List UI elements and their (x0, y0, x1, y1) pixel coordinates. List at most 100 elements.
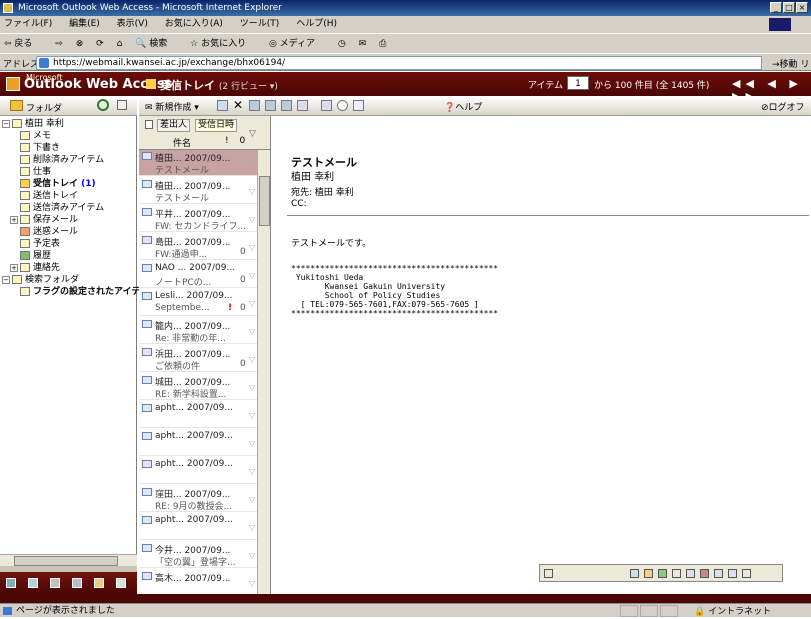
maximize-button[interactable]: □ (783, 2, 795, 13)
tree-contacts[interactable]: + 連絡先 (10, 262, 60, 274)
pane-resize-grip[interactable] (0, 566, 137, 572)
flag-icon[interactable]: ▽ (249, 271, 255, 280)
menu-file[interactable]: ファイル(F) (4, 19, 52, 29)
expand-icon[interactable]: + (10, 215, 18, 224)
ime-icon[interactable] (728, 569, 737, 578)
message-row[interactable]: apht... 2007/09... ▽ (139, 458, 257, 484)
stop-icon[interactable]: ⊗ (76, 39, 84, 49)
move-icon[interactable] (217, 100, 228, 111)
message-list-scrollbar[interactable] (257, 150, 270, 594)
flag-icon[interactable]: ▽ (249, 411, 255, 420)
reply-all-icon[interactable] (265, 100, 276, 111)
menu-edit[interactable]: 編集(E) (69, 19, 100, 29)
menu-tools[interactable]: ツール(T) (240, 19, 280, 29)
refresh-icon[interactable]: ⟳ (96, 39, 104, 49)
view-selector[interactable]: (2 行ビュー ▾) (219, 82, 278, 92)
ime-icon[interactable] (742, 569, 751, 578)
flag-icon[interactable]: ▽ (249, 495, 255, 504)
folder-horizontal-scrollbar[interactable] (0, 554, 137, 566)
tree-saved[interactable]: + 保存メール (10, 214, 78, 226)
history-icon[interactable]: ◷ (338, 39, 346, 49)
flag-icon[interactable]: ▽ (249, 467, 255, 476)
tree-inbox[interactable]: 受信トレイ (1) (20, 178, 96, 190)
flag-icon[interactable]: ▽ (249, 523, 255, 532)
close-button[interactable]: × (796, 2, 808, 13)
message-row[interactable]: Lesli... 2007/09... Septembe... ▽! 0 (139, 290, 257, 316)
tree-notes[interactable]: メモ (20, 130, 51, 142)
home-icon[interactable]: ⌂ (117, 39, 123, 49)
find-icon[interactable] (337, 100, 348, 111)
message-row[interactable]: 城田... 2007/09... RE: 新学科設置... ▽ (139, 374, 257, 400)
reply-icon[interactable] (249, 100, 260, 111)
message-row[interactable]: apht... 2007/09... ▽ (139, 514, 257, 540)
flag-icon[interactable]: ▽ (249, 355, 255, 364)
flag-icon[interactable]: ▽ (249, 159, 255, 168)
new-button[interactable]: ✉ 新規作成 ▾ (145, 100, 199, 113)
tree-drafts[interactable]: 下書き (20, 142, 60, 154)
page-number-input[interactable]: 1 (567, 76, 589, 90)
message-sender[interactable]: 植田 幸利 (291, 168, 334, 183)
view-icon[interactable] (297, 100, 308, 111)
ime-icon[interactable] (672, 569, 681, 578)
message-row[interactable]: apht... 2007/09... ▽ (139, 402, 257, 428)
address-book-icon[interactable] (353, 100, 364, 111)
message-row[interactable]: NAO ... 2007/09... ノートPCの... ▽ 0 (139, 262, 257, 288)
scroll-thumb[interactable] (259, 176, 270, 226)
flag-icon[interactable]: ▽ (249, 327, 255, 336)
flag-icon[interactable]: ▽ (249, 551, 255, 560)
tree-journal[interactable]: 履歴 (20, 250, 51, 262)
mail-nav-icon[interactable] (6, 578, 16, 588)
links-label[interactable]: リンク (800, 60, 811, 70)
ime-icon[interactable] (714, 569, 723, 578)
message-row[interactable]: 平井... 2007/09... FW: セカンドライフ... ▽ (139, 206, 257, 232)
message-row[interactable]: apht... 2007/09... ▽ (139, 430, 257, 456)
ime-icon[interactable] (630, 569, 639, 578)
delete-icon[interactable]: ✕ (233, 99, 244, 111)
menu-favorites[interactable]: お気に入り(A) (165, 19, 223, 29)
scroll-thumb[interactable] (14, 556, 118, 566)
go-button[interactable]: →移動 リンク (772, 57, 811, 70)
tree-outbox[interactable]: 送信トレイ (20, 190, 78, 202)
flag-icon[interactable]: ▽ (249, 383, 255, 392)
refresh-folders-icon[interactable] (97, 99, 109, 111)
from-column-header[interactable]: 差出人 (157, 119, 191, 132)
message-row[interactable]: 植田... 2007/09... テストメール ▽ (139, 178, 257, 204)
ime-icon[interactable] (644, 569, 653, 578)
forward-button[interactable]: ⇨ (55, 39, 63, 49)
message-row[interactable]: 高木... 2007/09... ▽ (139, 570, 257, 594)
tree-calendar[interactable]: 予定表 (20, 238, 60, 250)
media-button[interactable]: ◎ メディア (269, 39, 325, 49)
flag-icon[interactable]: ▽ (249, 579, 255, 588)
collapse-pane-icon[interactable] (117, 100, 127, 110)
flag-icon[interactable]: ▽ (249, 439, 255, 448)
minimize-button[interactable]: _ (770, 2, 782, 13)
menu-help[interactable]: ヘルプ(H) (296, 19, 337, 29)
print-icon[interactable]: ⎙ (379, 39, 386, 49)
tree-tasks[interactable]: 仕事 (20, 166, 51, 178)
message-row[interactable]: 浜田... 2007/09... ご依頼の件 ▽ 0 (139, 346, 257, 372)
tree-deleted[interactable]: 削除済みアイテム (20, 154, 104, 166)
options-icon[interactable] (116, 578, 126, 588)
favorites-button[interactable]: ☆ お気に入り (190, 39, 256, 49)
ime-icon[interactable] (700, 569, 709, 578)
back-button[interactable]: ⇦ 戻る (4, 39, 42, 49)
search-button[interactable]: 🔍 検索 (135, 39, 177, 49)
tree-sent[interactable]: 送信済みアイテム (20, 202, 104, 214)
flags-column-header[interactable]: ! 0 (225, 136, 249, 146)
message-row[interactable]: 島田... 2007/09... FW:通過申... ▽ 0 (139, 234, 257, 260)
flag-column-icon[interactable]: ▽ (249, 129, 256, 139)
public-folders-icon[interactable] (94, 578, 104, 588)
message-row[interactable]: 今井... 2007/09... 「空の翼」登場字... ▽ (139, 542, 257, 568)
flag-icon[interactable]: ▽ (249, 187, 255, 196)
menu-view[interactable]: 表示(V) (117, 19, 148, 29)
check-names-icon[interactable] (321, 100, 332, 111)
calendar-nav-icon[interactable] (28, 578, 38, 588)
ime-icon[interactable] (544, 569, 553, 578)
tasks-nav-icon[interactable] (72, 578, 82, 588)
flag-icon[interactable]: ▽ (249, 243, 255, 252)
tree-junk[interactable]: 迷惑メール (20, 226, 78, 238)
collapse-icon[interactable]: − (2, 275, 10, 284)
subject-column-header[interactable]: 件名 (173, 136, 191, 149)
ime-icon[interactable] (686, 569, 695, 578)
tree-flagged[interactable]: フラグの設定されたアイテム (20, 286, 149, 298)
